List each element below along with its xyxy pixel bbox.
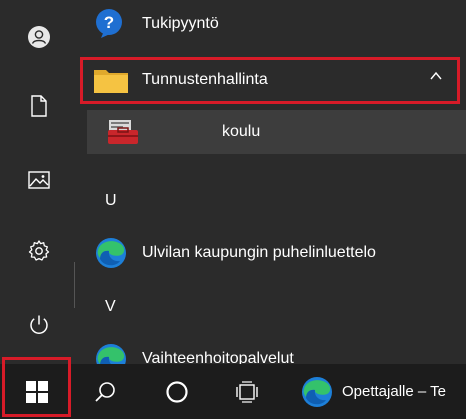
app-label: Ulvilan kaupungin puhelinluettelo [142,244,376,261]
cortana-icon [166,380,188,403]
user-account-button[interactable] [0,9,77,65]
power-icon [29,315,48,334]
toolbox-icon [105,118,141,146]
search-icon [95,381,115,402]
start-icon [25,380,48,403]
taskbar-app-edge[interactable]: Opettajalle – Te [300,364,466,419]
start-button[interactable] [0,364,73,419]
app-label: Vaihteenhoitopalvelut [142,350,294,364]
pictures-icon [27,171,50,189]
cortana-button[interactable] [150,364,204,419]
app-list: ? Tukipyyntö Tunnustenhallinta koulu U U… [77,0,466,364]
folder-subitem-koulu[interactable]: koulu [87,110,466,154]
documents-button[interactable] [0,78,77,134]
chevron-up-icon[interactable] [429,69,443,88]
svg-text:?: ? [104,13,114,32]
app-item-ulvilan-puhelinluettelo[interactable]: Ulvilan kaupungin puhelinluettelo [77,231,466,275]
taskbar-app-label: Opettajalle – Te [342,383,446,400]
edge-icon [91,343,131,364]
app-item-tukipyynto[interactable]: ? Tukipyyntö [77,2,466,46]
user-icon [27,26,50,48]
task-view-icon [236,380,258,403]
folder-item-tunnustenhallinta[interactable]: Tunnustenhallinta [77,58,466,102]
power-button[interactable] [0,297,77,353]
task-view-button[interactable] [221,364,275,419]
edge-icon [302,376,332,407]
subitem-label: koulu [222,123,261,140]
section-letter-v[interactable]: V [105,298,116,316]
help-app-icon: ? [91,8,131,40]
taskbar: Opettajalle – Te [0,364,466,419]
start-menu-rail [0,0,77,364]
settings-button[interactable] [0,223,77,279]
edge-icon [91,237,131,269]
document-icon [30,95,47,117]
app-label: Tukipyyntö [142,15,219,32]
folder-icon [91,64,131,96]
search-button[interactable] [78,364,132,419]
app-item-vaihteenhoitopalvelut[interactable]: Vaihteenhoitopalvelut [77,337,466,364]
pictures-button[interactable] [0,152,77,208]
section-letter-u[interactable]: U [105,192,117,210]
folder-label: Tunnustenhallinta [142,71,268,88]
settings-icon [28,240,49,261]
